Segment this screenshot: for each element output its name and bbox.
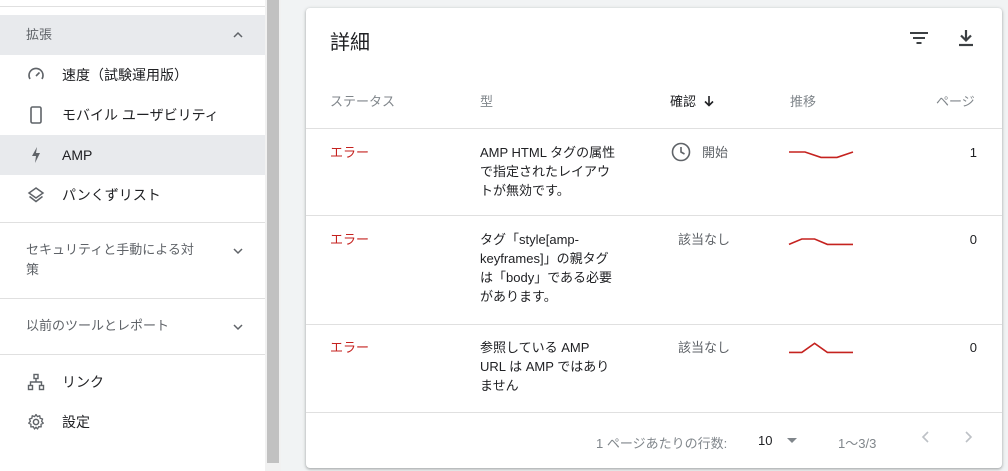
prev-page-button[interactable] (918, 429, 934, 448)
chevron-right-icon (965, 431, 973, 443)
sidebar-item-label: 設定 (62, 414, 90, 430)
column-header-confirm-label: 確認 (670, 94, 697, 109)
dropdown-arrow-icon (787, 437, 798, 443)
filter-icon (910, 32, 928, 44)
confirm-label: 該当なし (678, 232, 731, 247)
trend-sparkline (789, 342, 853, 354)
column-header-pages[interactable]: ページ (936, 91, 975, 110)
trend-sparkline (789, 151, 854, 159)
bolt-icon (26, 145, 46, 165)
type-cell: AMP HTML タグの属性で指定されたレイアウトが無効です。 (480, 145, 616, 198)
smartphone-icon (26, 105, 46, 125)
clock-icon (671, 142, 691, 162)
status-cell: エラー (330, 340, 370, 355)
section-security[interactable]: セキュリティと手動による対策 (0, 240, 265, 280)
row-divider (306, 215, 1002, 216)
sidebar-item-label: パンくずリスト (62, 187, 161, 203)
chevron-left-icon (921, 431, 929, 443)
section-enhancements[interactable]: 拡張 (0, 15, 265, 55)
sidebar: 拡張 速度（試験運用版） モバイル ユーザビリティ AMP パンくずリスト セキ… (0, 0, 265, 471)
footer-divider (306, 412, 1002, 413)
sidebar-item-speed[interactable]: 速度（試験運用版） (0, 55, 265, 95)
sidebar-divider (0, 222, 265, 223)
column-header-confirm[interactable]: 確認 (670, 91, 716, 110)
chevron-down-icon (233, 324, 243, 331)
sidebar-item-mobile-usability[interactable]: モバイル ユーザビリティ (0, 95, 265, 135)
download-button[interactable] (954, 26, 978, 50)
pages-cell: 0 (969, 340, 977, 355)
sidebar-item-label: 速度（試験運用版） (62, 67, 188, 83)
type-cell: タグ「style[amp-keyframes]」の親タグは「body」である必要… (480, 232, 613, 304)
header-divider (306, 128, 1002, 129)
rows-per-page-label: 1 ページあたりの行数: (596, 436, 728, 451)
sidebar-divider (0, 298, 265, 299)
section-security-label: セキュリティと手動による対策 (26, 242, 194, 277)
layers-icon (26, 185, 46, 205)
confirm-cell: 該当なし (678, 230, 730, 249)
section-legacy-label: 以前のツールとレポート (26, 318, 170, 333)
status-cell: エラー (330, 232, 370, 247)
pages-cell: 0 (969, 232, 977, 247)
row-divider (306, 324, 1002, 325)
confirm-cell: 開始 (670, 141, 728, 163)
speedometer-icon (26, 65, 46, 85)
gear-icon (26, 412, 46, 432)
sidebar-divider (0, 354, 265, 355)
section-enhancements-label: 拡張 (26, 27, 53, 42)
sidebar-scrollbar-thumb[interactable] (267, 0, 279, 463)
column-header-status[interactable]: ステータス (330, 91, 395, 110)
sidebar-item-amp[interactable]: AMP (0, 135, 265, 175)
sidebar-item-label: リンク (62, 374, 104, 390)
trend-sparkline (788, 238, 853, 246)
trend-line (789, 342, 853, 354)
next-page-button[interactable] (960, 429, 976, 448)
column-header-trend[interactable]: 推移 (790, 91, 816, 110)
trend-line (788, 238, 853, 246)
sidebar-item-links[interactable]: リンク (0, 362, 265, 402)
trend-line (789, 151, 854, 159)
sidebar-top-divider (0, 6, 265, 7)
confirm-label: 開始 (702, 144, 729, 160)
download-icon (959, 30, 973, 47)
sitemap-icon (26, 372, 46, 392)
chevron-up-icon (233, 31, 243, 38)
details-card: 詳細 ステータス 型 確認 推移 ページ エラー AMP HTML タグの属性で… (306, 8, 1002, 468)
sidebar-item-label: AMP (62, 147, 93, 163)
pagination-range: 1～3/3 (838, 436, 877, 451)
arrow-down-icon (704, 95, 714, 107)
confirm-cell: 該当なし (678, 338, 730, 357)
chevron-down-icon (233, 248, 243, 255)
filter-button[interactable] (907, 26, 931, 50)
sidebar-item-breadcrumbs[interactable]: パンくずリスト (0, 175, 265, 215)
rows-per-page-value: 10 (758, 433, 773, 448)
status-cell: エラー (330, 145, 370, 160)
type-cell: 参照している AMP URL は AMP ではありません (480, 340, 610, 393)
pages-cell: 1 (969, 145, 977, 160)
section-legacy-tools[interactable]: 以前のツールとレポート (0, 316, 265, 336)
confirm-label: 該当なし (678, 340, 731, 355)
column-header-type[interactable]: 型 (480, 91, 493, 110)
card-title: 詳細 (330, 32, 370, 54)
sidebar-item-settings[interactable]: 設定 (0, 402, 265, 442)
sidebar-item-label: モバイル ユーザビリティ (62, 107, 219, 123)
rows-per-page-select[interactable]: 10 (758, 433, 798, 448)
